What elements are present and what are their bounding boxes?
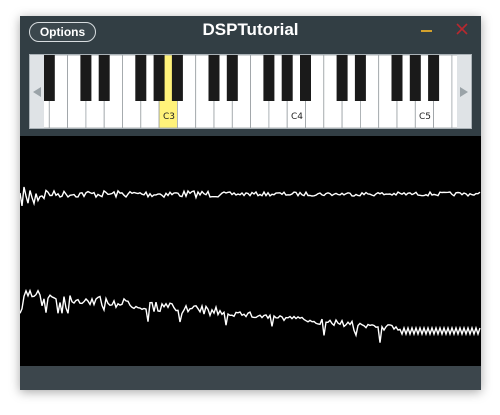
- black-key[interactable]: [153, 55, 165, 101]
- title-bar: Options DSPTutorial: [20, 16, 481, 47]
- minimize-icon[interactable]: [421, 30, 432, 32]
- status-bar: [20, 366, 481, 390]
- black-key[interactable]: [281, 55, 293, 101]
- triangle-right-icon: [460, 86, 468, 97]
- black-key[interactable]: [80, 55, 92, 101]
- black-key[interactable]: [43, 55, 55, 101]
- black-key[interactable]: [354, 55, 366, 101]
- black-key[interactable]: [336, 55, 348, 101]
- scroll-left-button[interactable]: [30, 55, 44, 128]
- spectrum-trace: [20, 288, 481, 343]
- black-key[interactable]: [428, 55, 440, 101]
- black-key[interactable]: [98, 55, 110, 101]
- black-key[interactable]: [208, 55, 220, 101]
- triangle-left-icon: [33, 86, 41, 97]
- oscilloscope-display: [20, 136, 481, 366]
- black-key[interactable]: [171, 55, 183, 101]
- note-label-c5: C5: [419, 112, 432, 122]
- note-label-c3: C3: [163, 112, 176, 122]
- scroll-right-button[interactable]: [457, 55, 471, 128]
- midi-keyboard[interactable]: C3 C4 C5: [29, 54, 472, 129]
- black-key[interactable]: [409, 55, 421, 101]
- piano-keys[interactable]: [30, 55, 471, 128]
- black-key[interactable]: [300, 55, 311, 101]
- window-title: DSPTutorial: [202, 20, 299, 39]
- black-key[interactable]: [135, 55, 147, 101]
- close-icon[interactable]: [455, 22, 469, 36]
- note-label-c4: C4: [291, 112, 304, 122]
- black-key[interactable]: [263, 55, 275, 101]
- waveform-trace: [20, 186, 481, 207]
- plugin-window: Options DSPTutorial C3 C4 C5: [20, 16, 481, 390]
- black-key[interactable]: [391, 55, 403, 101]
- black-key[interactable]: [226, 55, 238, 101]
